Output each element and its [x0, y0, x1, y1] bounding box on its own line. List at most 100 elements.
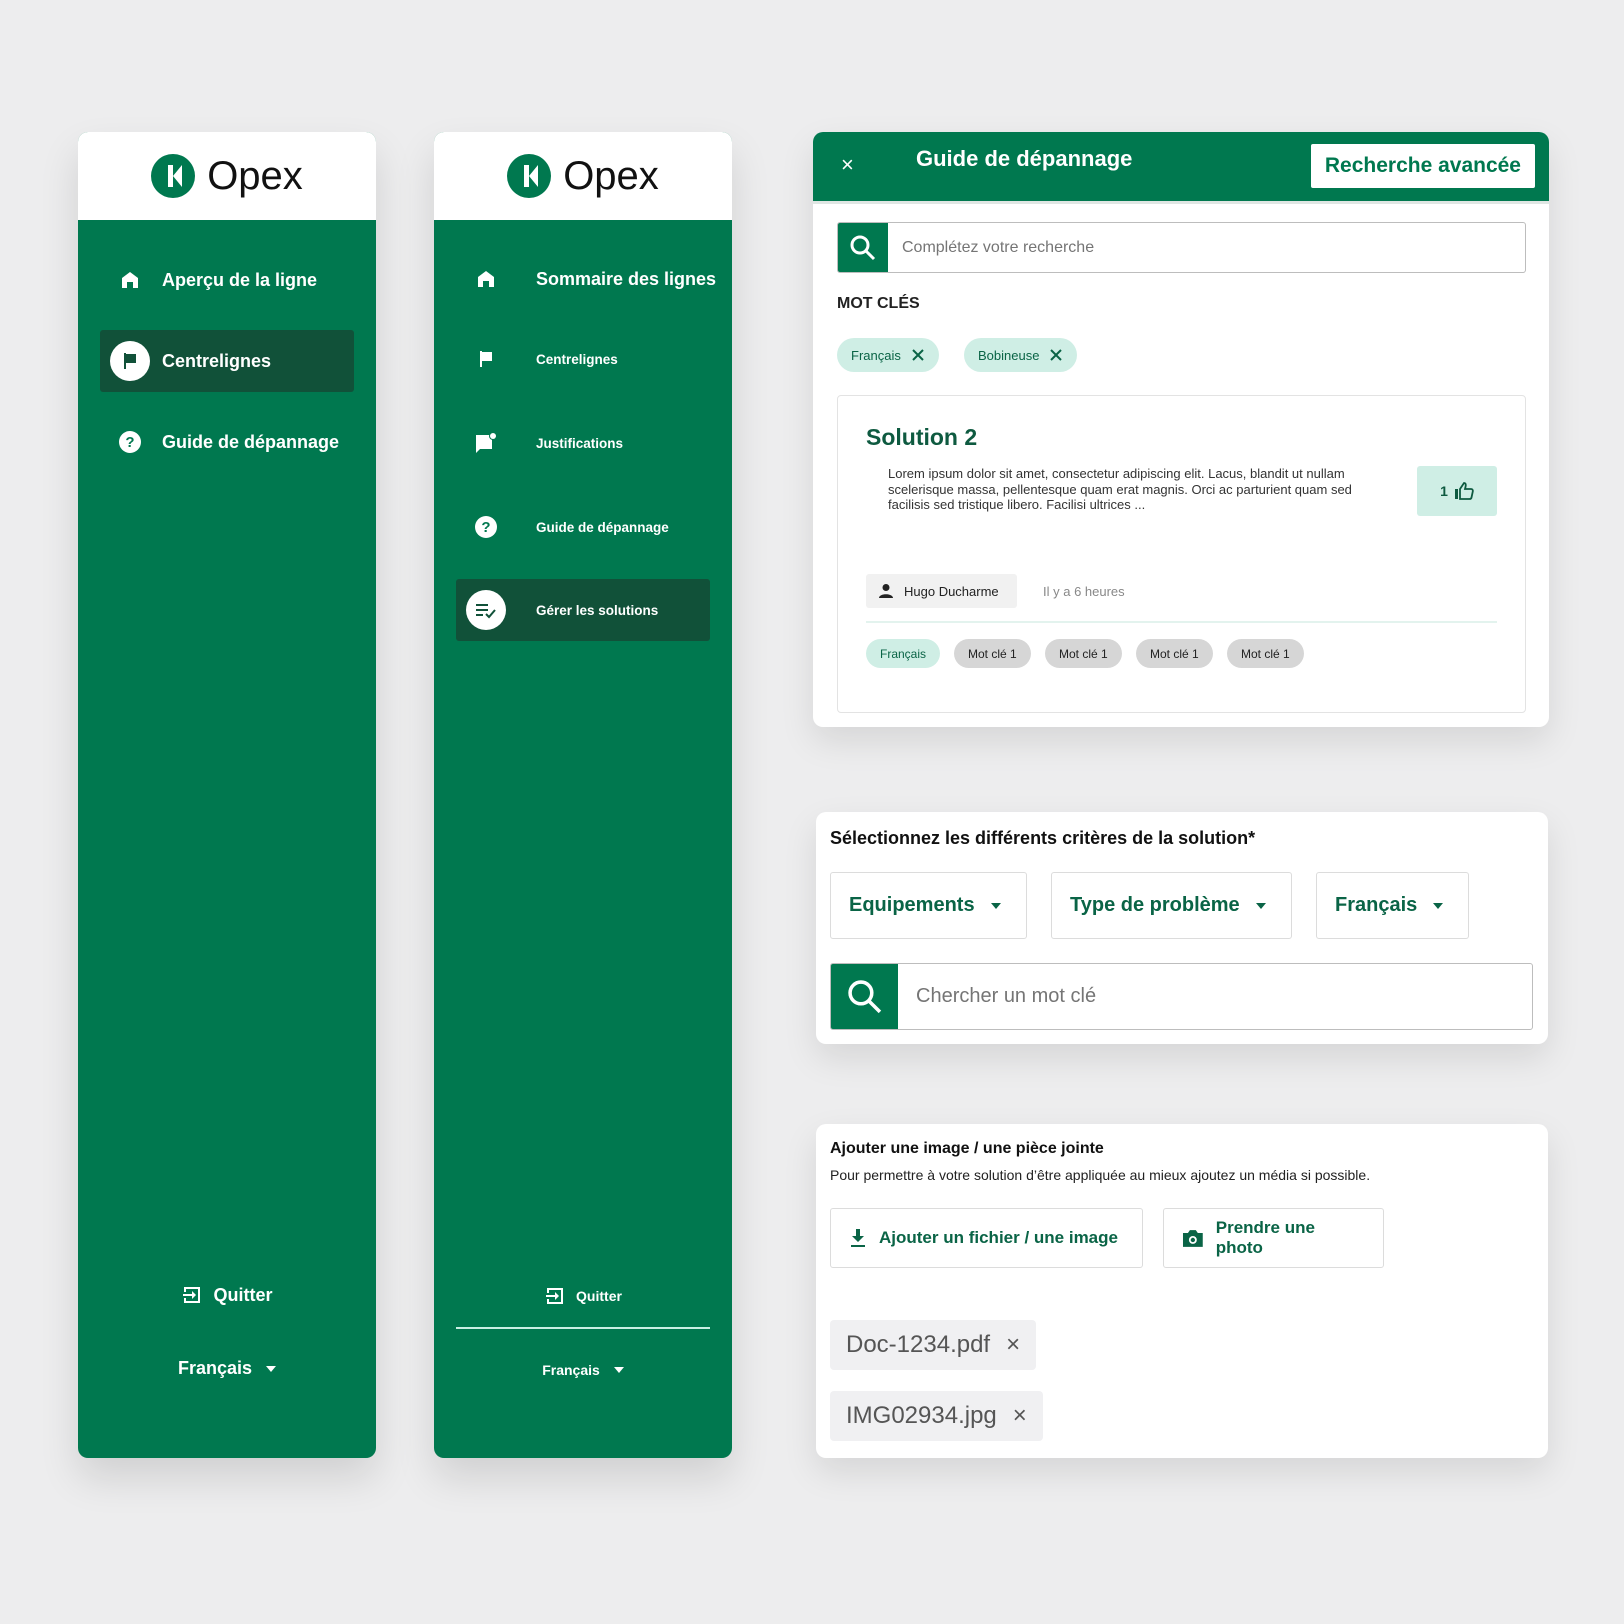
search-button[interactable] — [831, 964, 898, 1029]
language-select[interactable]: Français — [78, 1358, 376, 1379]
equipment-dropdown[interactable]: Equipements — [830, 872, 1027, 939]
chip-label: Bobineuse — [978, 347, 1040, 363]
take-photo-button[interactable]: Prendre une photo — [1163, 1208, 1384, 1268]
sidebar-item-label: Sommaire des lignes — [536, 268, 717, 289]
help-icon: ? — [110, 422, 150, 462]
author-name: Hugo Ducharme — [904, 583, 999, 599]
problem-type-dropdown[interactable]: Type de problème — [1051, 872, 1292, 939]
remove-chip-icon[interactable] — [1049, 348, 1063, 362]
language-label: Français — [177, 1358, 253, 1378]
attached-file: IMG02934.jpg × — [830, 1391, 1043, 1441]
troubleshooting-guide-panel: × Guide de dépannage Recherche avancée M… — [813, 132, 1549, 727]
tag: Mot clé 1 — [954, 639, 1031, 668]
logout-icon — [183, 1287, 201, 1303]
criteria-title: Sélectionnez les différents critères de … — [830, 828, 1256, 848]
solution-card[interactable]: Solution 2 Lorem ipsum dolor sit amet, c… — [837, 395, 1526, 713]
attached-file: Doc-1234.pdf × — [830, 1320, 1037, 1370]
advanced-search-button[interactable]: Recherche avancée — [1310, 144, 1535, 188]
flag-icon — [110, 341, 150, 381]
divider — [866, 621, 1497, 623]
sidebar-item-centrelignes[interactable]: Centrelignes — [456, 328, 710, 390]
tag: Mot clé 1 — [1227, 639, 1304, 668]
solution-excerpt: Lorem ipsum dolor sit amet, consectetur … — [888, 466, 1352, 512]
camera-icon — [1182, 1230, 1203, 1247]
sidebar-item-guide[interactable]: ? Guide de dépannage — [100, 411, 354, 473]
tag: Mot clé 1 — [1045, 639, 1122, 668]
sidebar-item-label: Guide de dépannage — [536, 519, 669, 535]
sidebar-item-centrelignes[interactable]: Centrelignes — [100, 330, 354, 392]
chevron-down-icon — [1255, 902, 1266, 909]
chevron-down-icon — [613, 1367, 624, 1373]
help-icon: ? — [466, 507, 506, 547]
search-bar — [837, 222, 1526, 273]
file-name: IMG02934.jpg — [846, 1402, 997, 1429]
language-label: Français — [542, 1362, 600, 1378]
keyword-chip[interactable]: Bobineuse — [964, 338, 1078, 372]
sidebar-item-label: Gérer les solutions — [536, 602, 659, 618]
search-icon — [847, 979, 881, 1013]
list-check-icon — [466, 590, 506, 630]
opex-logo-icon — [151, 154, 196, 198]
language-select[interactable]: Français — [434, 1362, 732, 1378]
sidebar-item-gerer-solutions[interactable]: Gérer les solutions — [456, 579, 710, 641]
sidebar-item-guide[interactable]: ? Guide de dépannage — [456, 496, 710, 558]
solution-title: Solution 2 — [866, 424, 978, 450]
remove-file-icon[interactable]: × — [1013, 1402, 1027, 1430]
sidebar-item-label: Justifications — [536, 435, 624, 451]
search-icon — [850, 235, 876, 260]
sidebar-collapsed-variant: Opex Aperçu de la ligne Centrelignes ? G… — [78, 132, 376, 1458]
quit-button[interactable]: Quitter — [78, 1284, 376, 1306]
quit-label: Quitter — [213, 1284, 273, 1305]
brand-name: Opex — [563, 153, 659, 198]
svg-text:?: ? — [125, 434, 134, 451]
chip-label: Français — [851, 347, 901, 363]
search-button[interactable] — [838, 223, 888, 272]
chevron-down-icon — [266, 1365, 277, 1372]
sidebar-divider — [456, 1327, 710, 1329]
svg-text:?: ? — [481, 519, 490, 536]
language-dropdown[interactable]: Français — [1316, 872, 1469, 939]
panel-header: × Guide de dépannage Recherche avancée — [813, 132, 1549, 204]
logout-icon — [546, 1288, 564, 1304]
keywords-title: MOT CLÉS — [837, 295, 920, 312]
chevron-down-icon — [990, 902, 1001, 909]
brand-name: Opex — [207, 153, 303, 198]
chevron-down-icon — [1433, 902, 1444, 909]
sidebar-item-apercu[interactable]: Aperçu de la ligne — [100, 249, 354, 311]
panel-title: Guide de dépannage — [916, 146, 1133, 171]
search-input[interactable] — [888, 223, 1525, 272]
add-file-label: Ajouter un fichier / une image — [879, 1228, 1118, 1247]
quit-label: Quitter — [576, 1288, 622, 1304]
attachments-title: Ajouter une image / une pièce jointe — [830, 1140, 1104, 1157]
dropdown-label: Type de problème — [1070, 894, 1240, 916]
file-name: Doc-1234.pdf — [846, 1331, 991, 1358]
keyword-chip[interactable]: Français — [837, 338, 939, 372]
add-file-button[interactable]: Ajouter un fichier / une image — [830, 1208, 1143, 1268]
keyword-search-bar — [830, 963, 1533, 1030]
sidebar-header: Opex — [434, 132, 732, 220]
attachments-panel: Ajouter une image / une pièce jointe Pou… — [816, 1124, 1548, 1458]
sidebar-header: Opex — [78, 132, 376, 220]
dropdown-label: Equipements — [849, 894, 975, 916]
person-icon — [879, 584, 893, 598]
tag: Mot clé 1 — [1136, 639, 1213, 668]
download-icon — [851, 1229, 865, 1247]
like-count: 1 — [1440, 483, 1448, 499]
sidebar-item-label: Centrelignes — [162, 350, 272, 371]
dropdown-label: Français — [1335, 894, 1418, 916]
close-icon[interactable]: × — [841, 152, 854, 178]
quit-button[interactable]: Quitter — [434, 1285, 732, 1307]
flag-icon — [466, 339, 506, 379]
sidebar-admin-variant: Opex Sommaire des lignes Centrelignes Ju… — [434, 132, 732, 1458]
like-button[interactable]: 1 — [1417, 466, 1497, 516]
remove-file-icon[interactable]: × — [1006, 1331, 1020, 1359]
sidebar-item-justifications[interactable]: Justifications — [456, 412, 710, 474]
home-icon — [466, 259, 506, 299]
thumbs-up-icon — [1454, 482, 1474, 500]
take-photo-label: Prendre une photo — [1215, 1218, 1315, 1257]
sidebar-item-sommaire[interactable]: Sommaire des lignes — [456, 248, 716, 310]
remove-chip-icon[interactable] — [911, 348, 925, 362]
keyword-search-input[interactable] — [898, 964, 1532, 1029]
author-badge: Hugo Ducharme — [866, 574, 1017, 608]
home-icon — [110, 260, 150, 300]
